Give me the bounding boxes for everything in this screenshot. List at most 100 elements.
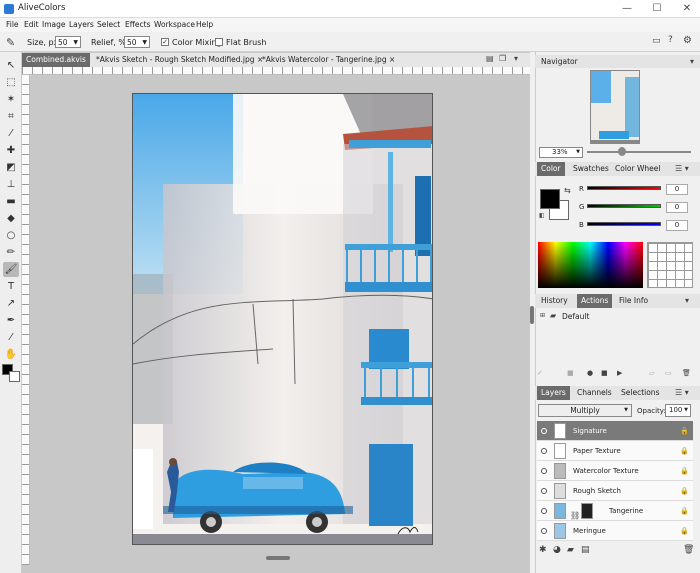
- delete-layer-icon[interactable]: 🗑: [683, 545, 694, 555]
- flat-brush-checkbox[interactable]: [215, 38, 223, 46]
- swap-colors-icon[interactable]: ⇆: [564, 186, 571, 195]
- tab-swatches[interactable]: Swatches: [569, 162, 613, 176]
- record-icon[interactable]: ●: [587, 369, 593, 377]
- recent-colors-grid[interactable]: [647, 242, 693, 288]
- visibility-eye-icon[interactable]: [541, 468, 547, 474]
- duplicate-document-icon[interactable]: ❐: [499, 54, 506, 63]
- red-slider[interactable]: [587, 186, 661, 190]
- color-picker-tool-icon[interactable]: ⁄: [3, 330, 19, 345]
- menu-workspace[interactable]: Workspace: [154, 20, 195, 29]
- action-toggle-icon[interactable]: ✓: [537, 369, 543, 377]
- pen-tool-icon[interactable]: ✒: [3, 313, 19, 328]
- tab-selections[interactable]: Selections: [617, 386, 663, 400]
- delete-action-icon[interactable]: 🗑: [682, 369, 691, 377]
- tab-layers[interactable]: Layers: [537, 386, 570, 400]
- action-set-default[interactable]: Default: [562, 312, 589, 321]
- stamp-tool-icon[interactable]: ⊥: [3, 177, 19, 192]
- eyedropper-tool-icon[interactable]: ⁄: [3, 126, 19, 141]
- tab-history[interactable]: History: [537, 294, 572, 308]
- blue-value-field[interactable]: 0: [666, 220, 688, 231]
- menu-help[interactable]: Help: [196, 20, 213, 29]
- maximize-button[interactable]: ☐: [646, 1, 668, 17]
- panel-menu-icon[interactable]: ☰ ▾: [675, 388, 689, 397]
- color-spectrum[interactable]: [538, 242, 643, 288]
- panel-menu-icon[interactable]: ☰ ▾: [675, 164, 689, 173]
- lock-icon[interactable]: 🔒: [680, 441, 689, 461]
- blend-mode-combo[interactable]: Multiply ▼: [538, 404, 632, 417]
- lock-icon[interactable]: 🔒: [680, 521, 689, 541]
- size-combo[interactable]: 50 ▼: [55, 36, 81, 48]
- menu-edit[interactable]: Edit: [24, 20, 39, 29]
- new-set-icon[interactable]: ▱: [649, 369, 654, 377]
- play-icon[interactable]: ▶: [617, 369, 622, 377]
- shape-tool-icon[interactable]: ↗: [3, 296, 19, 311]
- help-icon[interactable]: ?: [668, 35, 673, 45]
- visibility-eye-icon[interactable]: [541, 508, 547, 514]
- new-action-icon[interactable]: ▭: [665, 369, 672, 377]
- blur-tool-icon[interactable]: ◆: [3, 211, 19, 226]
- layer-row[interactable]: Signature 🔒: [537, 421, 693, 441]
- layer-row[interactable]: Rough Sketch 🔒: [537, 481, 693, 501]
- panel-menu-icon[interactable]: ▾: [690, 55, 694, 68]
- zoom-slider-handle[interactable]: [618, 147, 626, 156]
- new-group-icon[interactable]: ▰: [567, 545, 574, 555]
- menu-effects[interactable]: Effects: [125, 20, 151, 29]
- fill-tool-icon[interactable]: ▬: [3, 194, 19, 209]
- expand-icon[interactable]: ⊞: [540, 312, 545, 319]
- color-mixing-checkbox[interactable]: ✓: [161, 38, 169, 46]
- tab-channels[interactable]: Channels: [573, 386, 616, 400]
- tab-combined[interactable]: Combined.akvis ×: [22, 53, 90, 78]
- lock-icon[interactable]: 🔒: [680, 421, 689, 441]
- lock-icon[interactable]: 🔒: [680, 481, 689, 501]
- menu-file[interactable]: File: [6, 20, 19, 29]
- tab-watercolor[interactable]: *Akvis Watercolor - Tangerine.jpg ×: [258, 53, 399, 67]
- stop-icon[interactable]: ■: [567, 369, 574, 377]
- new-layer-icon[interactable]: ▤: [581, 545, 590, 555]
- retouch-tool-icon[interactable]: ✚: [3, 143, 19, 158]
- green-value-field[interactable]: 0: [666, 202, 688, 213]
- tab-file-info[interactable]: File Info: [615, 294, 652, 308]
- new-document-icon[interactable]: ▤: [486, 54, 494, 63]
- dodge-tool-icon[interactable]: ○: [3, 228, 19, 243]
- panel-splitter-handle[interactable]: [530, 306, 534, 324]
- zoom-slider-track[interactable]: [587, 151, 691, 153]
- hand-tool-icon[interactable]: ✋: [3, 347, 19, 362]
- message-icon[interactable]: ▭: [652, 36, 661, 46]
- layer-row[interactable]: Paper Texture 🔒: [537, 441, 693, 461]
- reset-colors-icon[interactable]: ◧: [539, 212, 545, 219]
- tab-color-wheel[interactable]: Color Wheel: [611, 162, 664, 176]
- green-slider[interactable]: [587, 204, 661, 208]
- visibility-eye-icon[interactable]: [541, 428, 547, 434]
- red-value-field[interactable]: 0: [666, 184, 688, 195]
- eraser-tool-icon[interactable]: ◩: [3, 160, 19, 175]
- text-tool-icon[interactable]: T: [3, 279, 19, 294]
- move-tool-icon[interactable]: ↖: [3, 58, 19, 73]
- layer-effects-icon[interactable]: ✱: [539, 545, 547, 555]
- pencil-tool-icon[interactable]: ✏: [3, 245, 19, 260]
- opacity-combo[interactable]: 100 ▼: [665, 404, 691, 417]
- navigator-thumbnail[interactable]: [590, 70, 640, 144]
- paint-brush-tool-icon[interactable]: 🖌: [3, 262, 19, 277]
- magic-wand-tool-icon[interactable]: ✶: [3, 92, 19, 107]
- panel-menu-icon[interactable]: ▾: [514, 54, 518, 63]
- visibility-eye-icon[interactable]: [541, 488, 547, 494]
- menu-select[interactable]: Select: [97, 20, 120, 29]
- menu-image[interactable]: Image: [42, 20, 66, 29]
- visibility-eye-icon[interactable]: [541, 528, 547, 534]
- visibility-eye-icon[interactable]: [541, 448, 547, 454]
- lock-icon[interactable]: 🔒: [680, 501, 689, 521]
- minimize-button[interactable]: —: [616, 1, 638, 17]
- background-color-swatch[interactable]: [9, 371, 20, 382]
- panel-menu-icon[interactable]: ▾: [685, 296, 689, 305]
- close-button[interactable]: ✕: [676, 1, 698, 17]
- canvas-image[interactable]: [132, 93, 433, 545]
- adjustment-layer-icon[interactable]: ◕: [553, 545, 561, 555]
- tab-actions[interactable]: Actions: [577, 294, 613, 308]
- tab-color[interactable]: Color: [537, 162, 565, 176]
- lock-icon[interactable]: 🔒: [680, 461, 689, 481]
- crop-tool-icon[interactable]: ⌗: [3, 109, 19, 124]
- marquee-tool-icon[interactable]: ⬚: [3, 75, 19, 90]
- tab-rough-sketch[interactable]: *Akvis Sketch - Rough Sketch Modified.jp…: [92, 53, 267, 67]
- horizontal-scroll-handle[interactable]: [266, 556, 290, 560]
- relief-combo[interactable]: 50 ▼: [124, 36, 150, 48]
